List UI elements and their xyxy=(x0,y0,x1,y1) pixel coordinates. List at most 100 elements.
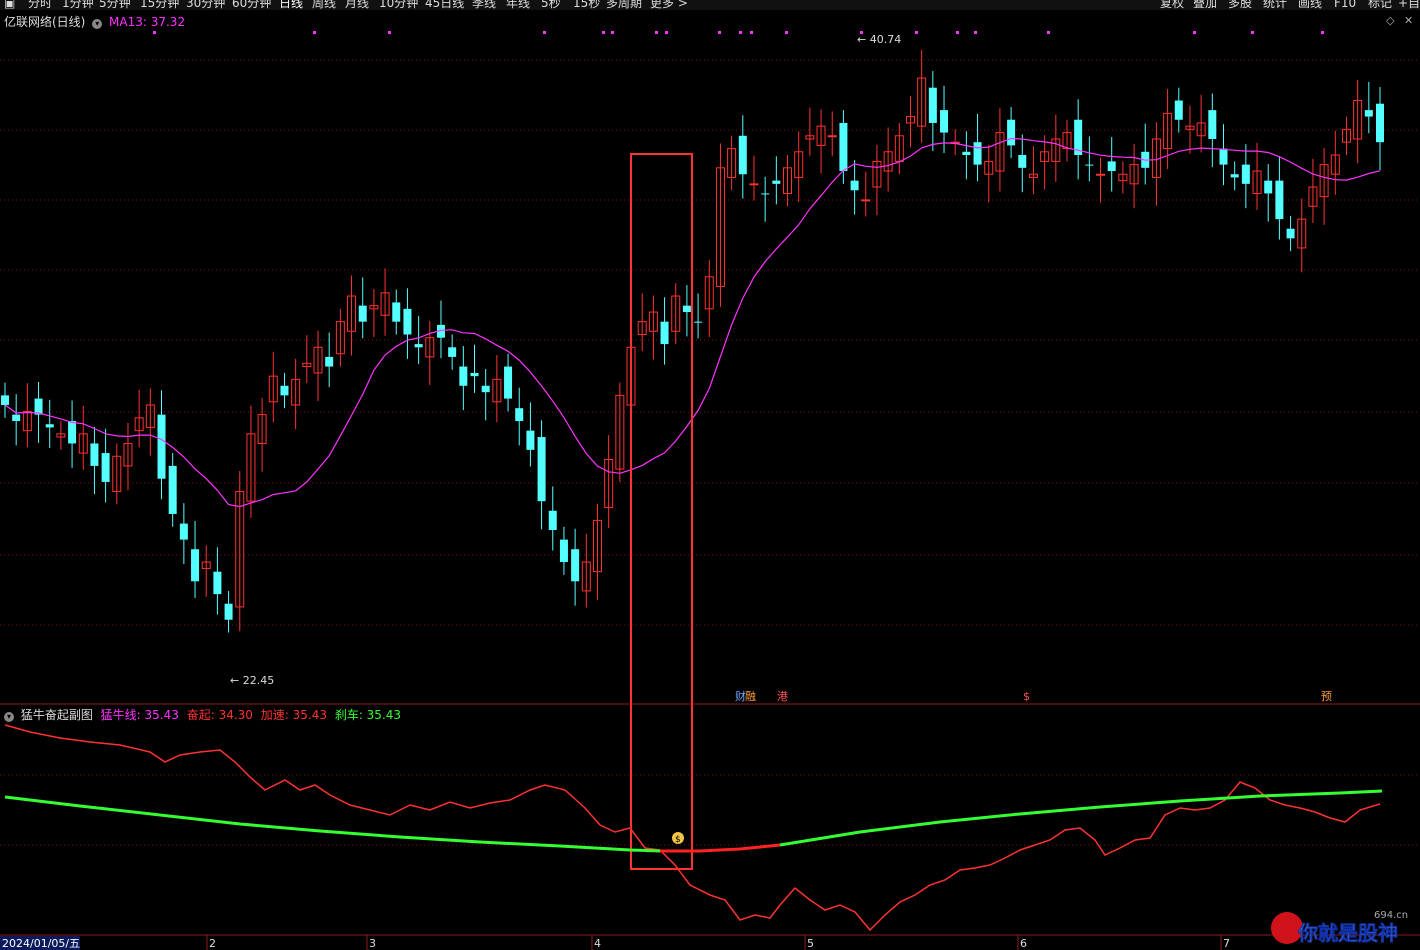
candle-body-down xyxy=(1174,100,1183,120)
month-tick-label: 6 xyxy=(1020,937,1027,950)
candle-body-down xyxy=(548,510,557,530)
shache-line xyxy=(4,795,661,853)
candle-body-down xyxy=(191,549,200,582)
money-bag-icon-glyph: $ xyxy=(675,835,681,845)
candle-body-down xyxy=(738,135,747,175)
signal-dot xyxy=(956,31,959,34)
candle-body-down xyxy=(1219,148,1228,165)
candle-body-down xyxy=(392,302,401,322)
candle-body-down xyxy=(1107,161,1116,172)
candle-body-down xyxy=(224,603,233,620)
breakout-highlight-box xyxy=(630,153,693,870)
candle-body-down xyxy=(1264,180,1273,194)
candle-body-down xyxy=(403,308,412,335)
candle-body-down xyxy=(213,571,222,595)
candle-body-down xyxy=(414,344,423,348)
month-tick-label: 3 xyxy=(369,937,376,950)
candle-body-down xyxy=(772,180,781,184)
candle-body-up xyxy=(749,183,759,186)
candle-body-down xyxy=(459,366,468,386)
event-marker: 港 xyxy=(777,690,788,703)
candle-body-down xyxy=(481,385,490,393)
event-marker: $ xyxy=(1023,690,1030,703)
candle-body-up xyxy=(861,199,871,202)
signal-dot xyxy=(739,31,742,34)
candle-body-down xyxy=(973,142,982,165)
candle-body-down xyxy=(1275,180,1284,220)
signal-dot xyxy=(153,31,156,34)
event-marker: 预 xyxy=(1321,690,1332,703)
candle-body-down xyxy=(45,424,54,428)
candle-body-down xyxy=(504,366,513,399)
candle-body-down xyxy=(537,437,546,502)
signal-dot xyxy=(1321,31,1324,34)
candle-body-down xyxy=(1376,103,1384,143)
month-tick-label: 5 xyxy=(807,937,814,950)
candle-body-down xyxy=(1364,110,1373,117)
signal-dot xyxy=(750,31,753,34)
signal-dot xyxy=(313,31,316,34)
candle-body-down xyxy=(101,453,110,482)
candle-body-down xyxy=(470,372,479,377)
candle-body-down xyxy=(761,193,770,195)
candle-body-down xyxy=(660,321,669,345)
month-tick-label: 2 xyxy=(209,937,216,950)
candle-body-up xyxy=(827,135,837,138)
signal-dot xyxy=(1047,31,1050,34)
candle-body-down xyxy=(1286,228,1295,239)
candle-body-down xyxy=(1085,164,1094,166)
candle-body-down xyxy=(559,539,568,563)
shache-line xyxy=(779,789,1383,847)
signal-dot xyxy=(388,31,391,34)
candle-body-down xyxy=(12,414,21,422)
candle-body-down xyxy=(682,305,691,313)
candle-body-down xyxy=(157,414,166,479)
candle-body-down xyxy=(358,305,367,322)
candle-body-down xyxy=(1007,119,1016,146)
candle-body-down xyxy=(1208,110,1217,139)
candle-body-down xyxy=(526,430,535,450)
candle-body-down xyxy=(515,408,524,422)
candle-body-down xyxy=(90,443,99,466)
candle-body-down xyxy=(68,421,77,444)
candle-body-down xyxy=(34,398,43,415)
candle-body-down xyxy=(694,321,703,323)
candle-body-down xyxy=(1,395,9,405)
signal-dot xyxy=(665,31,668,34)
signal-dot xyxy=(915,31,918,34)
watermark-text: 你就是股神 xyxy=(1297,921,1398,945)
event-marker: 融 xyxy=(745,690,756,703)
jiasu-line xyxy=(660,843,781,853)
candle-body-down xyxy=(168,465,177,514)
candle-body-down xyxy=(850,180,859,191)
month-tick-label: 4 xyxy=(594,937,601,950)
candle-body-down xyxy=(325,356,334,367)
signal-dot xyxy=(611,31,614,34)
signal-dot xyxy=(602,31,605,34)
watermark-sub: 694.cn xyxy=(1374,910,1408,921)
candle-body-down xyxy=(962,151,971,155)
signal-dot xyxy=(543,31,546,34)
signal-dot xyxy=(785,31,788,34)
signal-dot xyxy=(655,31,658,34)
chart-canvas[interactable]: ← 40.74← 22.45财融港 $ 预$2024/01/05/五 2 3 4 5 6 7 你就… xyxy=(0,0,1420,950)
signal-dot xyxy=(1251,31,1254,34)
candle-body-down xyxy=(280,385,289,396)
candle-body-down xyxy=(928,87,937,123)
candle-body-down xyxy=(179,523,188,540)
low-price-label: ← 22.45 xyxy=(230,674,274,687)
month-tick-label: 7 xyxy=(1223,937,1230,950)
candle-body-down xyxy=(1018,155,1027,168)
first-date-label: 2024/01/05/五 xyxy=(2,937,80,950)
candle-body-down xyxy=(1241,164,1250,184)
candle-body-down xyxy=(1230,174,1239,178)
signal-dot xyxy=(1193,31,1196,34)
signal-dot xyxy=(718,31,721,34)
candle-body-down xyxy=(839,122,848,172)
high-price-label: ← 40.74 xyxy=(857,33,901,46)
candle-body-down xyxy=(448,347,457,357)
candle-body-down xyxy=(940,110,949,133)
signal-dot xyxy=(974,31,977,34)
candle-body-up xyxy=(1096,173,1106,176)
candle-body-down xyxy=(571,549,580,582)
